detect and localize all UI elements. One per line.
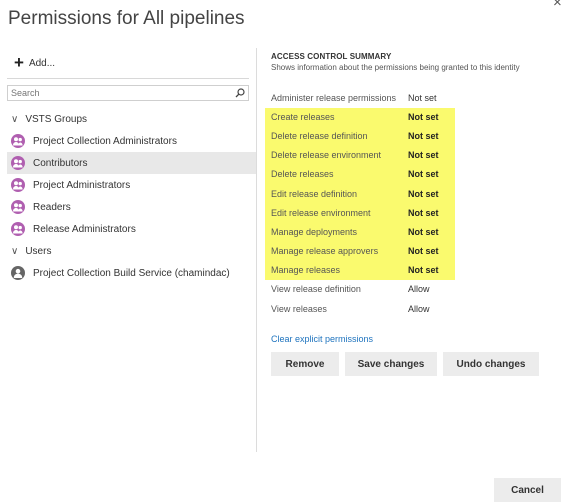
group-icon [11, 156, 25, 170]
tree-item-label: Project Administrators [33, 179, 131, 191]
permission-name: Delete release definition [271, 130, 368, 141]
chevron-down-icon: ∨ [11, 245, 19, 257]
permission-row: Delete release environment Not set [271, 146, 439, 165]
clear-explicit-permissions-link[interactable]: Clear explicit permissions [271, 334, 373, 344]
permission-row: Administer release permissions Not set [271, 88, 439, 107]
permission-row: Manage release approvers Not set [271, 242, 439, 261]
permission-value: Allow [408, 303, 430, 314]
left-separator [7, 78, 249, 79]
group-icon [11, 134, 25, 148]
permission-name: View release definition [271, 284, 361, 295]
permission-value: Not set [408, 207, 439, 218]
tree-item-label: Project Collection Administrators [33, 135, 177, 147]
search-input[interactable] [8, 88, 234, 98]
vertical-divider [256, 48, 257, 452]
tree-item-label: Project Collection Build Service (chamin… [33, 267, 230, 279]
permission-row: View releases Allow [271, 299, 439, 318]
permission-value: Allow [408, 284, 430, 295]
user-icon [11, 266, 25, 280]
tree-item-label: Readers [33, 201, 71, 213]
group-header-vsts[interactable]: ∨ VSTS Groups [7, 108, 256, 130]
permission-value: Not set [408, 150, 439, 161]
undo-changes-button[interactable]: Undo changes [443, 352, 539, 376]
tree-item-project-collection-administrators[interactable]: Project Collection Administrators [7, 130, 256, 152]
permission-name: Manage release approvers [271, 246, 379, 257]
tree-item-project-administrators[interactable]: Project Administrators [7, 174, 256, 196]
tree-item-readers[interactable]: Readers [7, 196, 256, 218]
group-icon [11, 178, 25, 192]
save-changes-button[interactable]: Save changes [345, 352, 437, 376]
add-button[interactable]: + Add... [14, 53, 56, 72]
permission-row: Edit release definition Not set [271, 184, 439, 203]
identity-tree: ∨ VSTS Groups Project Collection Adminis… [7, 108, 256, 284]
permission-name: Manage releases [271, 265, 341, 276]
permission-name: Manage deployments [271, 226, 358, 237]
plus-icon: + [14, 53, 24, 72]
chevron-down-icon: ∨ [11, 113, 19, 125]
permission-name: Administer release permissions [271, 92, 397, 103]
summary-heading: ACCESS CONTROL SUMMARY [271, 52, 392, 61]
permission-row: Delete release definition Not set [271, 126, 439, 145]
permission-value: Not set [408, 188, 439, 199]
permission-name: Create releases [271, 111, 335, 122]
tree-item-label: Contributors [33, 157, 88, 169]
permission-value: Not set [408, 246, 439, 257]
permission-row: Create releases Not set [271, 107, 439, 126]
permission-row: Manage deployments Not set [271, 222, 439, 241]
permission-name: View releases [271, 303, 327, 314]
tree-item-release-administrators[interactable]: Release Administrators [7, 218, 256, 240]
search-box [7, 85, 249, 101]
group-header-label: VSTS Groups [25, 113, 88, 125]
permission-value: Not set [408, 111, 439, 122]
permission-table: Administer release permissions Not set C… [271, 88, 439, 318]
summary-subheading: Shows information about the permissions … [271, 63, 520, 72]
permission-value: Not set [408, 265, 439, 276]
permission-value: Not set [408, 130, 439, 141]
group-header-users[interactable]: ∨ Users [7, 240, 256, 262]
permission-value: Not set [408, 92, 437, 103]
permission-value: Not set [408, 169, 439, 180]
close-icon[interactable]: × [553, 0, 562, 11]
cancel-button[interactable]: Cancel [494, 478, 561, 502]
permission-row: View release definition Allow [271, 280, 439, 299]
permission-name: Edit release environment [271, 207, 371, 218]
permission-row: Edit release environment Not set [271, 203, 439, 222]
permission-name: Edit release definition [271, 188, 358, 199]
search-icon[interactable] [234, 87, 246, 99]
group-icon [11, 222, 25, 236]
remove-button[interactable]: Remove [271, 352, 339, 376]
permission-name: Delete release environment [271, 150, 382, 161]
group-icon [11, 200, 25, 214]
dialog-title: Permissions for All pipelines [8, 8, 245, 29]
permission-row: Delete releases Not set [271, 165, 439, 184]
tree-item-label: Release Administrators [33, 223, 136, 235]
group-header-label: Users [25, 245, 52, 257]
permission-name: Delete releases [271, 169, 334, 180]
tree-item-contributors[interactable]: Contributors [7, 152, 256, 174]
permission-row: Manage releases Not set [271, 261, 439, 280]
add-button-label: Add... [28, 57, 56, 69]
permission-value: Not set [408, 226, 439, 237]
tree-item-build-service[interactable]: Project Collection Build Service (chamin… [7, 262, 256, 284]
